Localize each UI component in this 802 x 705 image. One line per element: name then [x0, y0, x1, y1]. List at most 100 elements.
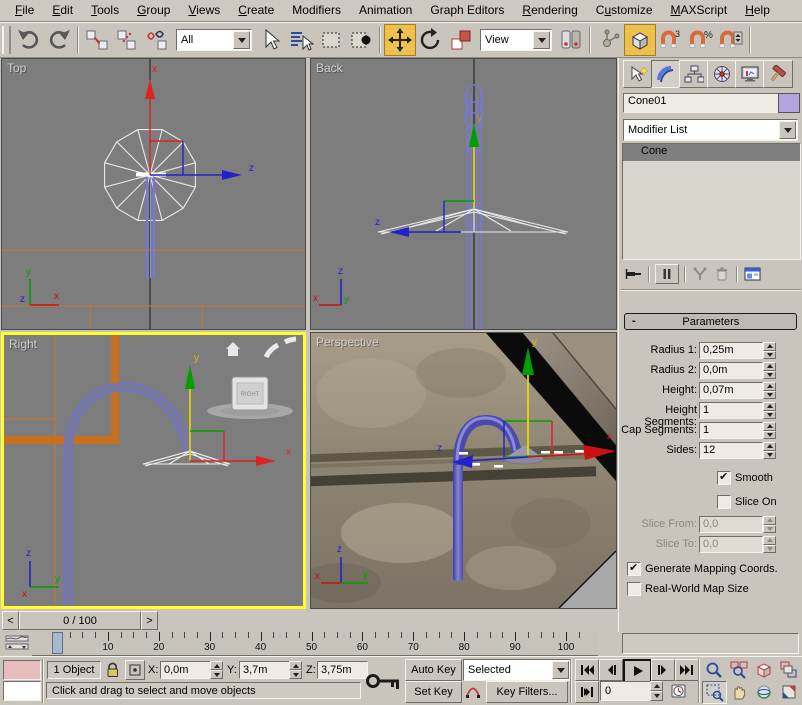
zoom-button[interactable] [702, 659, 725, 680]
parameters-rollout-header[interactable]: - Parameters [624, 313, 797, 330]
object-color-swatch[interactable] [778, 93, 800, 113]
modifier-stack[interactable]: Cone [622, 143, 801, 260]
spinner[interactable] [763, 382, 776, 399]
menu-item-animation[interactable]: Animation [350, 0, 421, 21]
time-configuration-button[interactable] [668, 681, 690, 701]
mini-curve-editor-button[interactable] [3, 633, 31, 653]
maxscript-mini-listener-pink[interactable] [3, 660, 41, 680]
viewport-back-label[interactable]: Back [316, 61, 343, 75]
move-gizmo-top[interactable]: x z [145, 64, 254, 180]
y-coordinate-field[interactable]: 3,7m [239, 661, 292, 679]
menu-item-rendering[interactable]: Rendering [513, 0, 586, 21]
make-unique-icon[interactable] [691, 266, 709, 282]
modifier-list-arrow[interactable] [779, 121, 796, 139]
set-keys-button[interactable] [365, 661, 403, 701]
select-and-manipulate-button[interactable] [594, 25, 624, 55]
go-to-start-button[interactable] [575, 659, 599, 681]
percent-snap-toggle-button[interactable]: % [686, 25, 716, 55]
tab-utilities[interactable] [763, 60, 793, 88]
viewport-right-active[interactable]: Right [1, 332, 306, 609]
select-by-name-button[interactable] [286, 25, 316, 55]
menu-item-customize[interactable]: Customize [587, 0, 662, 21]
viewcube-home-icon[interactable] [226, 342, 240, 349]
viewport-right-label[interactable]: Right [9, 337, 37, 351]
menu-item-views[interactable]: Views [179, 0, 229, 21]
go-to-end-button[interactable] [675, 659, 699, 681]
generate-mapping-checkbox[interactable] [627, 562, 641, 576]
selection-filter-dropdown[interactable]: All [176, 29, 252, 51]
tab-display[interactable] [735, 60, 765, 88]
tab-create[interactable] [623, 60, 653, 88]
time-slider-handle[interactable]: 0 / 100 [19, 611, 141, 630]
modifier-stack-item-cone[interactable]: Cone [623, 144, 800, 161]
real-world-checkbox[interactable] [627, 582, 641, 596]
selection-lock-toggle[interactable] [103, 660, 121, 678]
spinner[interactable] [763, 422, 776, 439]
y-spinner[interactable] [289, 661, 302, 679]
time-slider-prev-button[interactable]: < [2, 611, 19, 630]
spinner[interactable] [763, 402, 776, 419]
z-coordinate-field[interactable]: 3,75m [317, 661, 368, 679]
use-pivot-point-center-button[interactable] [556, 25, 586, 55]
viewcube[interactable]: RIGHT [207, 339, 296, 419]
current-frame-field[interactable]: 0 [600, 681, 654, 701]
auto-key-button[interactable]: Auto Key [405, 659, 462, 681]
menu-item-file[interactable]: File [6, 0, 43, 21]
viewport-top-label[interactable]: Top [7, 61, 26, 75]
default-tangent-button[interactable] [463, 681, 483, 701]
viewport-back[interactable]: Back [310, 58, 617, 330]
next-frame-button[interactable] [651, 659, 675, 681]
menu-item-graph-editors[interactable]: Graph Editors [421, 0, 513, 21]
rollout-collapse-icon[interactable]: - [625, 315, 636, 328]
selection-filter-arrow[interactable] [233, 31, 250, 49]
menu-item-create[interactable]: Create [229, 0, 283, 21]
snaps-toggle-button[interactable] [624, 24, 656, 56]
param-input[interactable]: 0,07m [699, 382, 763, 399]
remove-modifier-icon[interactable] [713, 266, 731, 282]
time-slider-next-button[interactable]: > [141, 611, 158, 630]
param-input[interactable]: 1 [699, 402, 763, 419]
tab-hierarchy[interactable] [679, 60, 709, 88]
key-mode-arrow[interactable] [552, 661, 569, 679]
pin-stack-icon[interactable] [623, 266, 643, 282]
spinner[interactable] [763, 342, 776, 359]
play-animation-button[interactable] [623, 659, 652, 683]
toolbar-drag-handle[interactable] [2, 26, 11, 54]
select-and-scale-button[interactable] [446, 25, 476, 55]
unlink-selection-button[interactable] [112, 25, 142, 55]
select-and-link-button[interactable] [82, 25, 112, 55]
modifier-list-dropdown[interactable]: Modifier List [623, 119, 798, 141]
spinner[interactable] [763, 362, 776, 379]
key-mode-toggle-button[interactable] [575, 681, 599, 703]
menu-item-tools[interactable]: Tools [82, 0, 128, 21]
viewcube-rotate-arc-icon[interactable] [266, 345, 278, 357]
select-and-move-button[interactable] [384, 24, 416, 56]
zoom-region-button[interactable] [702, 681, 727, 704]
arc-rotate-button[interactable] [752, 681, 775, 702]
slice-on-checkbox[interactable] [717, 495, 731, 509]
set-key-button[interactable]: Set Key [405, 681, 462, 703]
viewcube-rotate-arc-icon[interactable] [285, 339, 296, 342]
smooth-checkbox[interactable] [717, 471, 731, 485]
param-input[interactable]: 0,25m [699, 342, 763, 359]
track-bar-ruler[interactable]: 0102030405060708090100 [32, 631, 598, 656]
bind-to-space-warp-button[interactable] [142, 25, 172, 55]
zoom-extents-all-button[interactable] [777, 659, 800, 680]
param-input[interactable]: 0,0m [699, 362, 763, 379]
reference-coordinate-system-arrow[interactable] [533, 31, 550, 49]
redo-button[interactable] [44, 25, 74, 55]
menu-item-help[interactable]: Help [736, 0, 779, 21]
angle-snap-toggle-button[interactable]: 3 [656, 25, 686, 55]
rectangular-selection-region-button[interactable] [316, 25, 346, 55]
x-spinner[interactable] [210, 661, 223, 679]
configure-sets-icon[interactable] [743, 266, 762, 282]
x-coordinate-field[interactable]: 0,0m [160, 661, 213, 679]
menu-item-group[interactable]: Group [128, 0, 179, 21]
tab-motion[interactable] [707, 60, 737, 88]
key-mode-dropdown[interactable]: Selected [463, 659, 571, 681]
tab-modify[interactable] [651, 60, 681, 88]
viewport-top[interactable]: Top [1, 58, 306, 330]
param-input[interactable]: 12 [699, 442, 763, 459]
previous-frame-button[interactable] [599, 659, 623, 681]
param-input[interactable]: 1 [699, 422, 763, 439]
